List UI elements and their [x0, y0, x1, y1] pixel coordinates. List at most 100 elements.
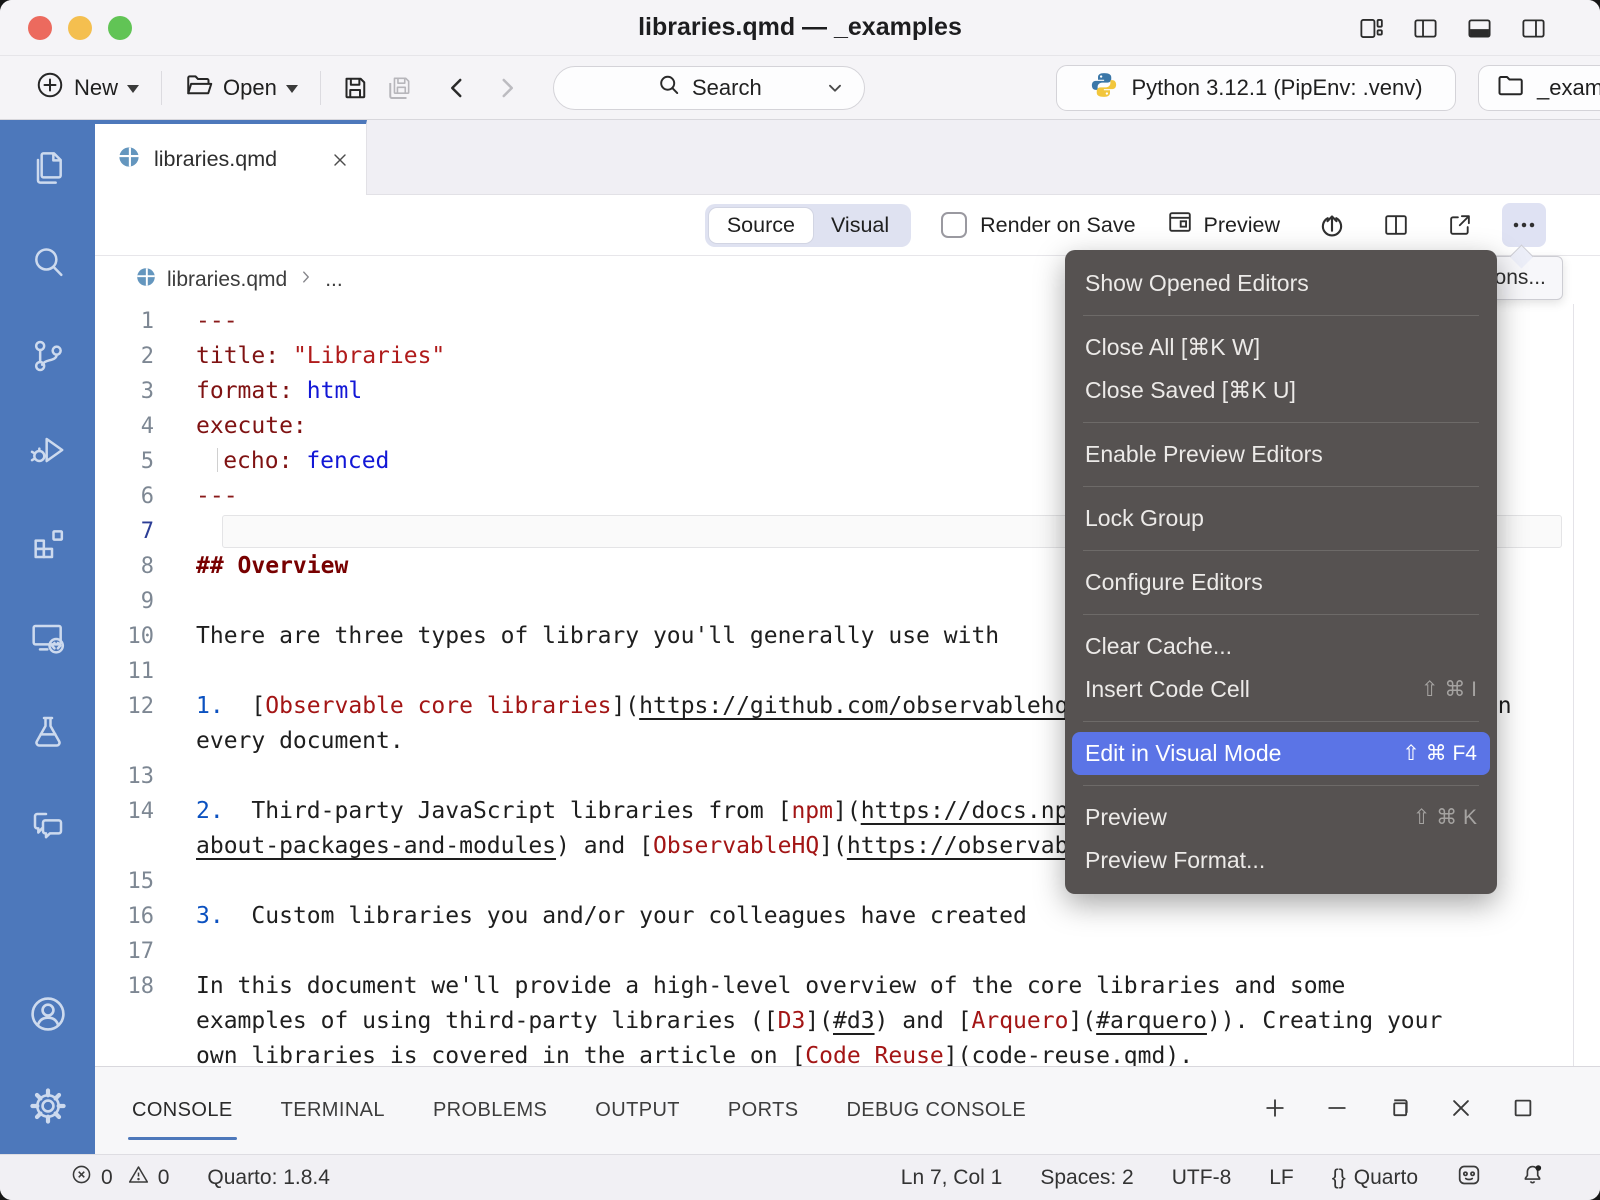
more-actions-button[interactable]: [1502, 203, 1546, 247]
menu-item-label: Preview: [1085, 804, 1167, 831]
sidebar-item-remote-explorer[interactable]: [24, 616, 72, 664]
menu-item-label: Insert Code Cell: [1085, 676, 1250, 703]
save-button[interactable]: [333, 66, 377, 110]
menu-item-edit-in-visual-mode[interactable]: Edit in Visual Mode⇧ ⌘ F4: [1072, 732, 1490, 775]
panel-tab-ports[interactable]: PORTS: [726, 1095, 801, 1126]
editor-tabstrip: libraries.qmd: [95, 120, 1600, 195]
panel-tab-terminal[interactable]: TERMINAL: [279, 1095, 387, 1126]
back-button[interactable]: [435, 66, 479, 110]
line-number: 13: [95, 759, 168, 794]
publish-button[interactable]: [1310, 203, 1354, 247]
line-number: 5: [95, 444, 168, 479]
sidebar-item-explorer[interactable]: [24, 146, 72, 194]
menu-item-insert-code-cell[interactable]: Insert Code Cell⇧ ⌘ I: [1065, 668, 1497, 711]
remote-explorer-icon: [28, 618, 68, 663]
notifications-button[interactable]: [1520, 1162, 1545, 1193]
close-tab-icon[interactable]: [330, 150, 350, 170]
line-col-status[interactable]: Ln 7, Col 1: [901, 1166, 1003, 1190]
menu-item-label: Clear Cache...: [1085, 633, 1232, 660]
encoding-status[interactable]: UTF-8: [1172, 1166, 1232, 1190]
menu-item-label: Close All [⌘K W]: [1085, 334, 1260, 361]
interpreter-selector[interactable]: Python 3.12.1 (PipEnv: .venv): [1056, 65, 1456, 111]
panel-maximize-button[interactable]: [1506, 1094, 1540, 1128]
toggle-primary-sidebar-icon[interactable]: [1408, 11, 1442, 45]
feedback-button[interactable]: [1456, 1162, 1482, 1194]
menu-item-close-all-k-w[interactable]: Close All [⌘K W]: [1065, 326, 1497, 369]
menu-item-preview-format[interactable]: Preview Format...: [1065, 839, 1497, 882]
menu-item-label: Close Saved [⌘K U]: [1085, 377, 1296, 404]
breadcrumb-ellipsis[interactable]: ...: [325, 268, 343, 292]
panel-tab-debug-console[interactable]: DEBUG CONSOLE: [844, 1095, 1028, 1126]
panel-restore-button[interactable]: [1382, 1094, 1416, 1128]
eol-status[interactable]: LF: [1269, 1166, 1294, 1190]
smiley-icon: [1456, 1162, 1482, 1188]
project-button[interactable]: _examples: [1478, 65, 1600, 111]
split-editor-icon: [1382, 211, 1410, 239]
panel-minimize-button[interactable]: [1320, 1094, 1354, 1128]
sidebar-item-chat[interactable]: [24, 804, 72, 852]
python-icon: [1089, 70, 1119, 106]
panel-close-button[interactable]: [1444, 1094, 1478, 1128]
sidebar-item-extensions[interactable]: [24, 522, 72, 570]
publish-icon: [1317, 210, 1347, 240]
sidebar-item-testing[interactable]: [24, 710, 72, 758]
menu-item-show-opened-editors[interactable]: Show Opened Editors: [1065, 262, 1497, 305]
save-all-button[interactable]: [377, 66, 421, 110]
menu-item-clear-cache[interactable]: Clear Cache...: [1065, 625, 1497, 668]
forward-button[interactable]: [485, 66, 529, 110]
quarto-version-status[interactable]: Quarto: 1.8.4: [207, 1166, 330, 1190]
sidebar-item-search[interactable]: [24, 240, 72, 288]
save-icon: [340, 73, 370, 103]
braces-icon: {}: [1332, 1166, 1346, 1190]
sidebar-item-settings[interactable]: [24, 1084, 72, 1132]
code-text: own libraries is covered in the article …: [168, 1039, 1600, 1066]
titlebar: libraries.qmd — _examples: [0, 0, 1600, 56]
line-number: 12: [95, 689, 168, 724]
source-mode-button[interactable]: Source: [709, 208, 813, 243]
menu-item-close-saved-k-u[interactable]: Close Saved [⌘K U]: [1065, 369, 1497, 412]
menu-item-configure-editors[interactable]: Configure Editors: [1065, 561, 1497, 604]
open-button[interactable]: Open: [174, 64, 308, 112]
indentation-status[interactable]: Spaces: 2: [1040, 1166, 1133, 1190]
code-line[interactable]: examples of using third-party libraries …: [95, 1004, 1600, 1039]
line-number: 9: [95, 584, 168, 619]
testing-icon: [28, 712, 68, 757]
line-number: 15: [95, 864, 168, 899]
code-line[interactable]: own libraries is covered in the article …: [95, 1039, 1600, 1066]
panel-add-button[interactable]: [1258, 1094, 1292, 1128]
sidebar-item-source-control[interactable]: [24, 334, 72, 382]
tab-libraries-qmd[interactable]: libraries.qmd: [95, 120, 367, 195]
editor-toolbar: Source Visual Render on Save Preview: [95, 195, 1600, 256]
toggle-secondary-sidebar-icon[interactable]: [1516, 11, 1550, 45]
code-line[interactable]: 17: [95, 934, 1600, 969]
menu-divider: [1083, 486, 1479, 487]
breadcrumb-file[interactable]: libraries.qmd: [167, 268, 287, 292]
panel-tab-problems[interactable]: PROBLEMS: [431, 1095, 549, 1126]
open-external-icon: [1446, 211, 1474, 239]
new-button[interactable]: New: [25, 64, 149, 112]
panel-tab-console[interactable]: CONSOLE: [130, 1095, 235, 1126]
maximize-icon: [1510, 1095, 1536, 1126]
source-control-icon: [28, 336, 68, 381]
menu-item-preview[interactable]: Preview⇧ ⌘ K: [1065, 796, 1497, 839]
customize-layout-icon[interactable]: [1354, 11, 1388, 45]
menu-divider: [1083, 422, 1479, 423]
toggle-bottom-panel-icon[interactable]: [1462, 11, 1496, 45]
line-number: [95, 829, 168, 864]
panel-tab-output[interactable]: OUTPUT: [593, 1095, 682, 1126]
problems-status[interactable]: 0 0: [70, 1163, 169, 1192]
search-input[interactable]: Search: [553, 66, 865, 110]
visual-mode-button[interactable]: Visual: [813, 208, 907, 243]
menu-item-enable-preview-editors[interactable]: Enable Preview Editors: [1065, 433, 1497, 476]
menu-item-label: Lock Group: [1085, 505, 1204, 532]
menu-item-lock-group[interactable]: Lock Group: [1065, 497, 1497, 540]
split-editor-button[interactable]: [1374, 203, 1418, 247]
code-line[interactable]: 163. Custom libraries you and/or your co…: [95, 899, 1600, 934]
preview-button[interactable]: Preview: [1166, 208, 1280, 242]
sidebar-item-account[interactable]: [24, 992, 72, 1040]
render-on-save-checkbox[interactable]: [941, 212, 967, 238]
open-in-new-window-button[interactable]: [1438, 203, 1482, 247]
code-line[interactable]: 18In this document we'll provide a high-…: [95, 969, 1600, 1004]
sidebar-item-run-debug[interactable]: [24, 428, 72, 476]
language-mode-status[interactable]: {} Quarto: [1332, 1166, 1418, 1190]
